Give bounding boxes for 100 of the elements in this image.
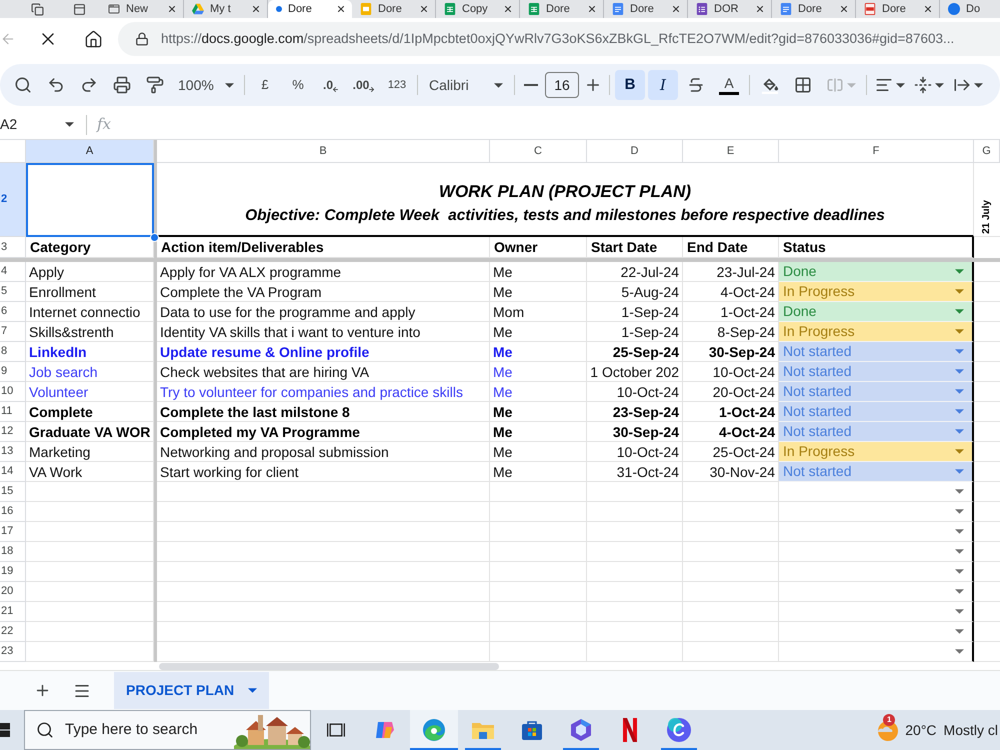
column-header[interactable]: C <box>490 140 587 163</box>
font-dropdown[interactable]: Calibri <box>423 70 509 100</box>
row-header[interactable]: 17 <box>0 522 26 542</box>
row-header[interactable]: 10 <box>0 382 26 402</box>
start-icon <box>0 723 10 737</box>
table-header: Owner <box>490 237 587 258</box>
caret-icon <box>494 82 503 88</box>
table-cell: Check websites that are hiring VA <box>157 362 490 382</box>
zoom-dropdown[interactable]: 100% <box>173 70 239 100</box>
browser-tab[interactable]: DOR <box>688 0 772 18</box>
caret-icon <box>248 688 258 693</box>
minus-icon <box>524 84 538 86</box>
caret-icon <box>955 329 964 334</box>
close-icon[interactable] <box>671 4 681 14</box>
color-bar-icon <box>719 92 739 94</box>
browser-tab[interactable]: Dore <box>856 0 940 18</box>
browser-tab[interactable]: Dore <box>520 0 604 18</box>
lock-icon <box>135 32 149 46</box>
sheet-tab[interactable]: PROJECT PLAN <box>114 672 270 709</box>
close-icon[interactable] <box>503 4 513 14</box>
table-cell: Identity VA skills that i want to venture into <box>157 322 490 342</box>
row-header[interactable]: 23 <box>0 642 26 662</box>
row-header[interactable]: 18 <box>0 542 26 562</box>
row-header[interactable]: 3 <box>0 237 26 258</box>
text-color-button[interactable]: A <box>714 70 744 100</box>
row-header[interactable]: 15 <box>0 482 26 502</box>
row-header[interactable]: 22 <box>0 622 26 642</box>
column-header[interactable]: G <box>974 140 1000 163</box>
number-format-button[interactable]: 123 <box>382 70 412 100</box>
close-icon[interactable] <box>755 4 765 14</box>
undo-icon <box>47 76 65 94</box>
dropdown-caret-icon <box>955 649 964 654</box>
close-icon[interactable] <box>923 4 933 14</box>
dropdown-caret-icon <box>955 549 964 554</box>
column-header[interactable]: E <box>683 140 779 163</box>
column-header[interactable]: B <box>157 140 490 163</box>
row-header[interactable]: 2 <box>0 163 26 237</box>
row-header[interactable]: 9 <box>0 362 26 382</box>
currency-button[interactable]: £ <box>250 70 280 100</box>
table-cell: Mom <box>490 302 587 322</box>
row-header[interactable]: 8 <box>0 342 26 362</box>
address-field[interactable]: https://docs.google.com/spreadsheets/d/1IpMpcbtet0oxjQYwRlv7G3oKS6xZBkGL_RfcTE2O7WM/edit?gid=876033036#gid=87603... <box>118 22 1000 56</box>
browser-tab[interactable]: My t <box>184 0 268 18</box>
browser-tab[interactable]: New <box>100 0 184 18</box>
taskbar-search-field[interactable]: Type here to search <box>24 710 311 750</box>
row-header[interactable]: 7 <box>0 322 26 342</box>
row-header[interactable]: 19 <box>0 562 26 582</box>
percent-button[interactable]: % <box>283 70 313 100</box>
document-icon <box>780 3 792 15</box>
caret-icon <box>955 289 964 294</box>
pdf-file-icon <box>864 3 876 15</box>
dropdown-caret-icon <box>955 489 964 494</box>
decrease-decimal-button[interactable]: .0 <box>316 70 346 100</box>
close-icon[interactable] <box>419 4 429 14</box>
row-header[interactable]: 16 <box>0 502 26 522</box>
close-icon[interactable] <box>839 4 849 14</box>
scrollbar-thumb[interactable] <box>159 662 499 670</box>
spreadsheet-icon <box>444 3 456 15</box>
column-header[interactable]: A <box>26 140 154 163</box>
close-icon[interactable] <box>336 4 346 14</box>
italic-button[interactable]: I <box>648 70 678 100</box>
row-header[interactable]: 14 <box>0 462 26 482</box>
column-header[interactable]: D <box>587 140 683 163</box>
row-header[interactable]: 6 <box>0 302 26 322</box>
font-size-field[interactable]: 16 <box>545 72 579 98</box>
row-header[interactable]: 12 <box>0 422 26 442</box>
close-icon[interactable] <box>167 4 177 14</box>
browser-tab[interactable]: Copy <box>436 0 520 18</box>
row-header[interactable]: 11 <box>0 402 26 422</box>
bold-button[interactable]: B <box>615 70 645 100</box>
browser-tab[interactable]: Do <box>940 0 1000 18</box>
row-header[interactable]: 5 <box>0 282 26 302</box>
row-header[interactable]: 4 <box>0 262 26 282</box>
table-cell: Apply for VA ALX programme <box>157 262 490 282</box>
browser-tab[interactable]: Dore <box>268 0 352 18</box>
row-header[interactable]: 21 <box>0 602 26 622</box>
table-header: End Date <box>683 237 779 258</box>
table-cell: Me <box>490 442 587 462</box>
column-header[interactable]: F <box>779 140 974 163</box>
search-icon <box>36 721 54 739</box>
increase-decimal-button[interactable]: .00 <box>349 70 379 100</box>
table-cell: 10-Oct-24 <box>587 442 683 462</box>
row-header[interactable]: 13 <box>0 442 26 462</box>
close-icon[interactable] <box>251 4 261 14</box>
browser-tab[interactable]: Dore <box>352 0 436 18</box>
browser-tab[interactable]: Dore <box>604 0 688 18</box>
round-logo-icon <box>948 3 960 15</box>
browser-tab[interactable]: Dore <box>772 0 856 18</box>
row-header[interactable]: 20 <box>0 582 26 602</box>
hexagon-logo-icon <box>569 718 593 742</box>
paint-roller-icon <box>146 76 164 94</box>
selection-handle-icon[interactable] <box>150 233 159 242</box>
wave-circle-logo-icon <box>422 718 446 742</box>
selected-cell[interactable] <box>26 163 154 237</box>
table-cell: 5-Aug-24 <box>587 282 683 302</box>
printer-icon <box>113 76 131 94</box>
rotated-note: 21 July <box>982 200 992 234</box>
name-box[interactable]: A2 <box>0 112 78 138</box>
close-icon[interactable] <box>587 4 597 14</box>
caret-icon <box>847 82 856 88</box>
